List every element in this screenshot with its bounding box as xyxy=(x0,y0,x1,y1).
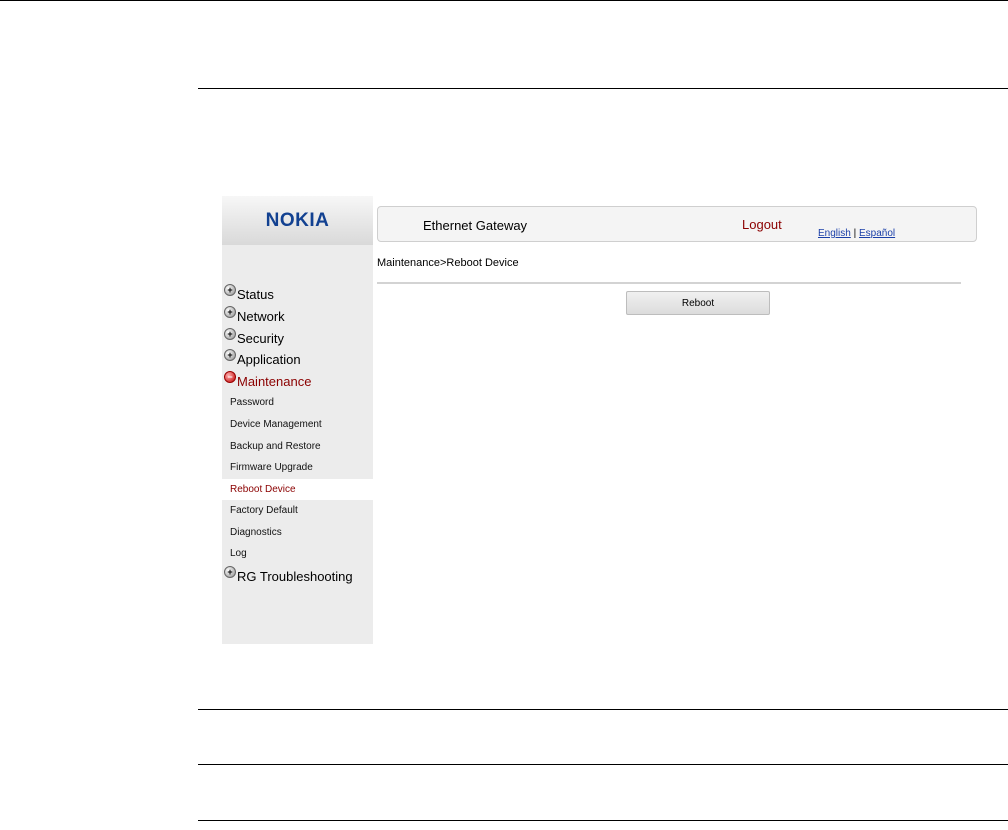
section-rule xyxy=(198,709,1008,710)
sidebar-subitem-reboot-device[interactable]: Reboot Device xyxy=(222,479,373,500)
lang-english-link[interactable]: English xyxy=(818,228,851,239)
sidebar-item-maintenance[interactable]: − Maintenance xyxy=(224,371,311,391)
sidebar-item-label: RG Troubleshooting xyxy=(237,568,353,584)
sidebar-subitem-firmware-upgrade[interactable]: Firmware Upgrade xyxy=(222,457,373,478)
content-divider xyxy=(377,282,961,284)
logo-box: NOKIA xyxy=(222,196,373,245)
breadcrumb: Maintenance>Reboot Device xyxy=(377,257,519,269)
plus-icon: + xyxy=(224,566,236,578)
sidebar-item-label: Application xyxy=(237,351,301,367)
sidebar-item-label: Status xyxy=(237,286,274,302)
plus-icon: + xyxy=(224,306,236,318)
minus-icon: − xyxy=(224,371,236,383)
sidebar-item-label: Maintenance xyxy=(237,373,312,389)
sidebar-item-status[interactable]: + Status xyxy=(224,284,274,304)
sidebar-subitem-log[interactable]: Log xyxy=(222,543,373,564)
sidebar-item-label: Network xyxy=(237,308,285,324)
sidebar: NOKIA + Status + Network + Security + Ap… xyxy=(222,196,373,644)
reboot-button[interactable]: Reboot xyxy=(626,291,770,315)
top-header: Ethernet Gateway Logout English | Españo… xyxy=(377,206,977,242)
section-rule xyxy=(198,764,1008,765)
page-top-rule xyxy=(0,0,1008,1)
sidebar-subitem-device-management[interactable]: Device Management xyxy=(222,414,373,435)
sidebar-item-security[interactable]: + Security xyxy=(224,328,284,348)
sidebar-subitem-factory-default[interactable]: Factory Default xyxy=(222,500,373,521)
sidebar-subitem-backup-restore[interactable]: Backup and Restore xyxy=(222,436,373,457)
nokia-logo: NOKIA xyxy=(265,209,330,231)
sidebar-item-rg-troubleshooting[interactable]: + RG Troubleshooting xyxy=(224,566,353,586)
section-rule xyxy=(198,88,1008,89)
plus-icon: + xyxy=(224,284,236,296)
logout-link[interactable]: Logout xyxy=(742,217,782,232)
app-title: Ethernet Gateway xyxy=(423,218,528,233)
lang-separator: | xyxy=(853,228,857,239)
plus-icon: + xyxy=(224,349,236,361)
sidebar-item-application[interactable]: + Application xyxy=(224,349,301,369)
sidebar-subitem-password[interactable]: Password xyxy=(222,392,373,413)
language-switcher: English | Español xyxy=(818,228,895,239)
section-rule xyxy=(198,820,1008,821)
sidebar-item-network[interactable]: + Network xyxy=(224,306,285,326)
plus-icon: + xyxy=(224,328,236,340)
sidebar-subitem-diagnostics[interactable]: Diagnostics xyxy=(222,522,373,543)
lang-spanish-link[interactable]: Español xyxy=(859,228,895,239)
router-web-ui-screenshot: NOKIA + Status + Network + Security + Ap… xyxy=(222,196,985,644)
sidebar-item-label: Security xyxy=(237,330,284,346)
